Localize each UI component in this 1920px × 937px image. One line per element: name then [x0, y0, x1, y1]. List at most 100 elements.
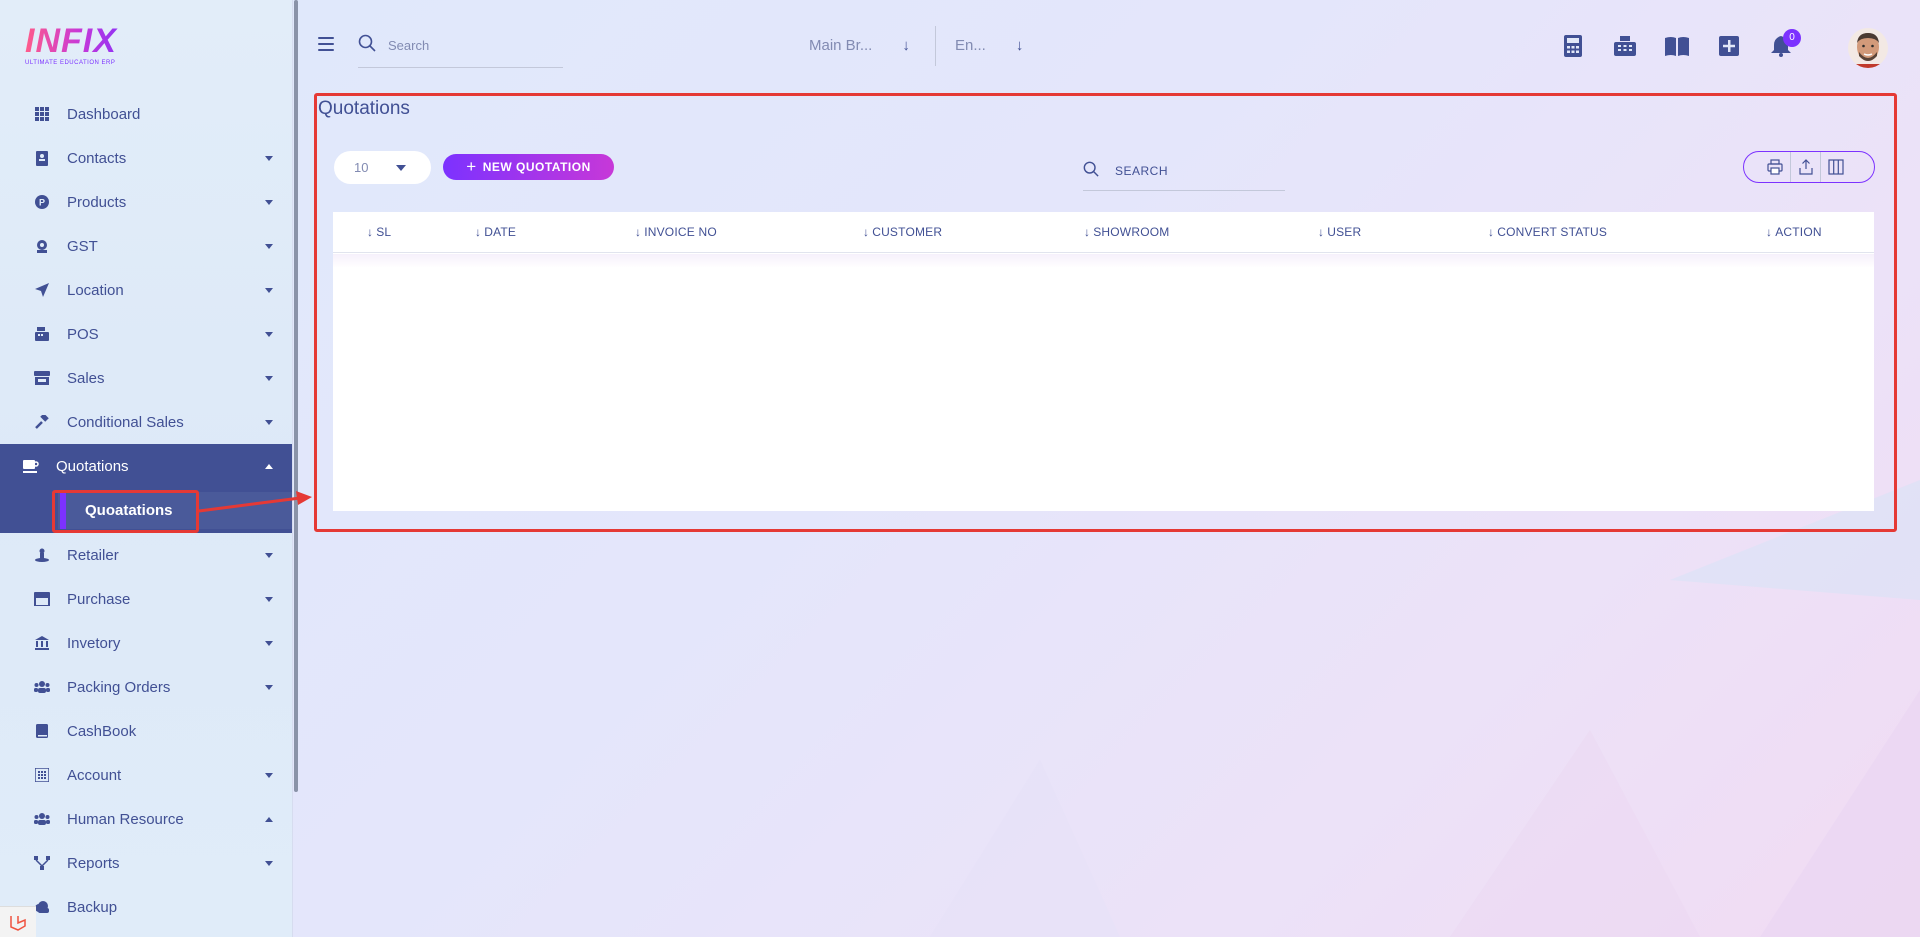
sidebar-item-label: Dashboard: [67, 105, 141, 123]
sidebar-item-packing-orders[interactable]: Packing Orders: [0, 665, 292, 709]
per-page-select[interactable]: 10: [334, 151, 431, 184]
table-body-shadow: [333, 254, 1874, 268]
column-header-label: CUSTOMER: [872, 225, 943, 239]
sidebar-item-label: GST: [67, 237, 98, 255]
top-search: [358, 30, 563, 68]
sidebar-item-label: Human Resource: [67, 810, 184, 828]
sort-arrow-icon: ↓: [1318, 225, 1325, 239]
grid-icon: [33, 105, 51, 123]
gavel-icon: [33, 413, 51, 431]
sitemap-icon: [33, 854, 51, 872]
branch-select-value: Main Br...: [809, 36, 873, 54]
sidebar: INFIX ULTIMATE EDUCATION ERP Dashboard C…: [0, 0, 293, 937]
sidebar-item-cashbook[interactable]: CashBook: [0, 709, 292, 753]
sidebar-item-label: Invetory: [67, 634, 121, 652]
sidebar-item-sales[interactable]: Sales: [0, 356, 292, 400]
sidebar-item-label: Purchase: [67, 590, 131, 608]
sidebar-item-label: Contacts: [67, 149, 127, 167]
sidebar-item-location[interactable]: Location: [0, 268, 292, 312]
language-select-value: En...: [955, 36, 986, 54]
caret-down-icon: [265, 243, 273, 249]
sidebar-item-label: Conditional Sales: [67, 413, 184, 431]
sidebar-item-label: Packing Orders: [67, 678, 171, 696]
caret-down-icon: [265, 419, 273, 425]
column-header-label: USER: [1327, 225, 1362, 239]
caret-down-icon: [265, 860, 273, 866]
plus-icon: +: [466, 157, 477, 176]
purchase-store-icon: [33, 590, 51, 608]
calculator-icon: [33, 766, 51, 784]
sidebar-item-gst[interactable]: GST: [0, 224, 292, 268]
sidebar-item-label: Quotations: [56, 457, 129, 475]
top-search-input[interactable]: [388, 34, 558, 56]
book-icon: [33, 722, 51, 740]
sort-arrow-icon: ↓: [635, 225, 642, 239]
sidebar-item-contacts[interactable]: Contacts: [0, 136, 292, 180]
branch-select[interactable]: Main Br... ↓: [809, 30, 910, 60]
sidebar-item-label: CashBook: [67, 722, 137, 740]
column-header-sl[interactable]: ↓ SL: [367, 212, 391, 253]
sidebar-item-reports[interactable]: Reports: [0, 841, 292, 885]
sidebar-item-quotations[interactable]: Quotations: [0, 444, 292, 488]
caret-up-icon: [265, 816, 273, 822]
column-header-label: CONVERT STATUS: [1497, 225, 1608, 239]
cash-register-icon[interactable]: [1613, 34, 1637, 58]
caret-down-icon: [265, 552, 273, 558]
sidebar-item-account[interactable]: Account: [0, 753, 292, 797]
calculator-icon[interactable]: [1561, 34, 1585, 58]
sidebar-item-label: POS: [67, 325, 99, 343]
sidebar-scrollbar[interactable]: [294, 0, 298, 792]
gst-icon: [33, 237, 51, 255]
logo-text: INFIX: [25, 24, 135, 58]
book-open-icon[interactable]: [1665, 34, 1689, 58]
sidebar-item-purchase[interactable]: Purchase: [0, 577, 292, 621]
caret-down-icon: [396, 165, 406, 171]
caret-down-icon: [265, 772, 273, 778]
column-header-date[interactable]: ↓ DATE: [475, 212, 516, 253]
language-select[interactable]: En... ↓: [955, 30, 1023, 60]
logo-subtitle: ULTIMATE EDUCATION ERP: [25, 60, 116, 66]
menu-toggle-icon[interactable]: [318, 37, 334, 51]
column-header-label: DATE: [484, 225, 517, 239]
sidebar-item-pos[interactable]: POS: [0, 312, 292, 356]
plus-square-icon[interactable]: [1717, 34, 1741, 58]
sort-arrow-icon: ↓: [1766, 225, 1773, 239]
export-icon[interactable]: [1790, 152, 1820, 182]
app-logo[interactable]: INFIX ULTIMATE EDUCATION ERP: [25, 24, 135, 70]
new-quotation-button[interactable]: + NEW QUOTATION: [443, 154, 614, 180]
column-header-convert-status[interactable]: ↓ CONVERT STATUS: [1488, 212, 1607, 253]
sidebar-item-inventory[interactable]: Invetory: [0, 621, 292, 665]
per-page-value: 10: [354, 160, 369, 175]
column-header-showroom[interactable]: ↓ SHOWROOM: [1084, 212, 1169, 253]
search-icon: [1083, 161, 1099, 182]
debugbar-icon[interactable]: [0, 906, 36, 937]
table-search-input[interactable]: [1115, 161, 1280, 181]
sidebar-item-products[interactable]: P Products: [0, 180, 292, 224]
sidebar-item-retailer[interactable]: Retailer: [0, 533, 292, 577]
column-header-action[interactable]: ↓ ACTION: [1766, 212, 1822, 253]
sidebar-item-backup[interactable]: Backup: [0, 885, 292, 929]
page-title: Quotations: [318, 98, 410, 119]
column-header-invoice-no[interactable]: ↓ INVOICE NO: [635, 212, 717, 253]
sidebar-item-human-resource[interactable]: Human Resource: [0, 797, 292, 841]
svg-text:P: P: [39, 198, 45, 208]
location-arrow-icon: [33, 281, 51, 299]
arrow-down-icon: ↓: [1015, 36, 1024, 54]
users-icon: [33, 678, 51, 696]
sidebar-item-conditional-sales[interactable]: Conditional Sales: [0, 400, 292, 444]
print-icon[interactable]: [1760, 152, 1790, 182]
caret-down-icon: [265, 331, 273, 337]
annotation-highlight-submenu: [52, 490, 199, 533]
column-header-user[interactable]: ↓ USER: [1318, 212, 1361, 253]
column-header-customer[interactable]: ↓ CUSTOMER: [863, 212, 942, 253]
sort-arrow-icon: ↓: [863, 225, 870, 239]
column-header-label: SL: [376, 225, 392, 239]
avatar[interactable]: [1848, 28, 1888, 68]
sidebar-item-dashboard[interactable]: Dashboard: [0, 92, 292, 136]
sidebar-item-label: Retailer: [67, 546, 119, 564]
sort-arrow-icon: ↓: [1488, 225, 1495, 239]
notification-badge: 0: [1783, 29, 1801, 47]
columns-icon[interactable]: [1820, 152, 1850, 182]
caret-down-icon: [265, 155, 273, 161]
export-button-group: [1743, 151, 1875, 183]
